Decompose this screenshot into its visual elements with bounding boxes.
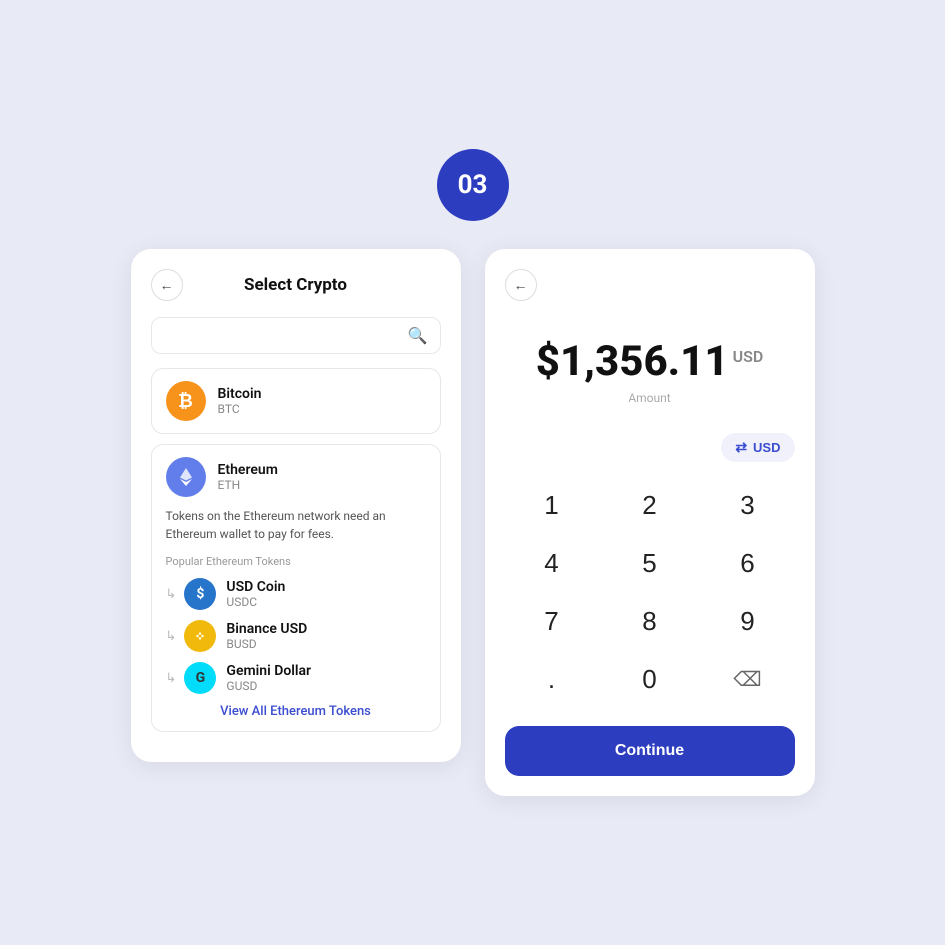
panels-container: ← Select Crypto 🔍 ₿ Bitcoin BTC — [131, 249, 815, 796]
ethereum-description: Tokens on the Ethereum network need an E… — [166, 507, 426, 543]
right-panel-header: ← — [505, 269, 795, 301]
gusd-arrow: ↳ — [166, 671, 177, 686]
ethereum-icon — [166, 457, 206, 497]
bitcoin-icon: ₿ — [166, 381, 206, 421]
busd-arrow: ↳ — [166, 629, 177, 644]
key-3[interactable]: 3 — [701, 478, 795, 532]
right-back-button[interactable]: ← — [505, 269, 537, 301]
amount-panel: ← $1,356.11 USD Amount ⇄ USD 1 2 3 4 5 6… — [485, 249, 815, 796]
bitcoin-item[interactable]: ₿ Bitcoin BTC — [151, 368, 441, 434]
busd-ticker: BUSD — [226, 637, 307, 651]
switch-icon: ⇄ — [735, 439, 747, 456]
busd-info: Binance USD BUSD — [226, 621, 307, 651]
bitcoin-info: Bitcoin BTC — [218, 386, 262, 416]
select-crypto-panel: ← Select Crypto 🔍 ₿ Bitcoin BTC — [131, 249, 461, 762]
usdc-arrow: ↳ — [166, 587, 177, 602]
key-9[interactable]: 9 — [701, 594, 795, 648]
busd-item[interactable]: ↳ Binance USD BUSD — [166, 620, 426, 652]
gusd-item[interactable]: ↳ G Gemini Dollar GUSD — [166, 662, 426, 694]
continue-button[interactable]: Continue — [505, 726, 795, 776]
usdc-ticker: USDC — [226, 595, 285, 609]
currency-switch: ⇄ USD — [505, 433, 795, 462]
gusd-info: Gemini Dollar GUSD — [226, 663, 311, 693]
select-crypto-title: Select Crypto — [183, 275, 409, 295]
step-number: 03 — [458, 170, 488, 200]
search-bar[interactable]: 🔍 — [151, 317, 441, 354]
usdc-icon: $ — [184, 578, 216, 610]
ethereum-section: Ethereum ETH Tokens on the Ethereum netw… — [151, 444, 441, 732]
amount-currency-suffix: USD — [733, 347, 764, 366]
ethereum-name: Ethereum — [218, 462, 278, 478]
gusd-icon: G — [184, 662, 216, 694]
ethereum-ticker: ETH — [218, 478, 278, 492]
key-backspace[interactable]: ⌫ — [701, 652, 795, 706]
key-7[interactable]: 7 — [505, 594, 599, 648]
step-badge: 03 — [437, 149, 509, 221]
gusd-name: Gemini Dollar — [226, 663, 311, 679]
usdc-item[interactable]: ↳ $ USD Coin USDC — [166, 578, 426, 610]
amount-label: Amount — [505, 391, 795, 405]
bitcoin-name: Bitcoin — [218, 386, 262, 402]
key-4[interactable]: 4 — [505, 536, 599, 590]
amount-value: $1,356.11 — [536, 341, 729, 383]
key-1[interactable]: 1 — [505, 478, 599, 532]
key-dot[interactable]: . — [505, 652, 599, 706]
amount-section: $1,356.11 USD Amount — [505, 317, 795, 433]
numpad: 1 2 3 4 5 6 7 8 9 . 0 ⌫ — [505, 478, 795, 706]
currency-switch-button[interactable]: ⇄ USD — [721, 433, 794, 462]
left-back-icon: ← — [160, 277, 174, 293]
key-0[interactable]: 0 — [603, 652, 697, 706]
key-2[interactable]: 2 — [603, 478, 697, 532]
left-back-button[interactable]: ← — [151, 269, 183, 301]
left-panel-header: ← Select Crypto — [151, 269, 441, 301]
usdc-name: USD Coin — [226, 579, 285, 595]
gusd-ticker: GUSD — [226, 679, 311, 693]
search-icon: 🔍 — [408, 326, 428, 345]
popular-tokens-label: Popular Ethereum Tokens — [166, 555, 426, 568]
busd-icon — [184, 620, 216, 652]
usdc-info: USD Coin USDC — [226, 579, 285, 609]
amount-display: $1,356.11 USD — [505, 341, 795, 383]
currency-label: USD — [753, 440, 780, 455]
ethereum-header[interactable]: Ethereum ETH — [166, 457, 426, 497]
ethereum-info: Ethereum ETH — [218, 462, 278, 492]
search-input[interactable] — [164, 328, 408, 344]
view-all-link[interactable]: View All Ethereum Tokens — [166, 704, 426, 719]
key-8[interactable]: 8 — [603, 594, 697, 648]
bitcoin-ticker: BTC — [218, 402, 262, 416]
key-6[interactable]: 6 — [701, 536, 795, 590]
busd-name: Binance USD — [226, 621, 307, 637]
key-5[interactable]: 5 — [603, 536, 697, 590]
right-back-icon: ← — [514, 277, 528, 293]
